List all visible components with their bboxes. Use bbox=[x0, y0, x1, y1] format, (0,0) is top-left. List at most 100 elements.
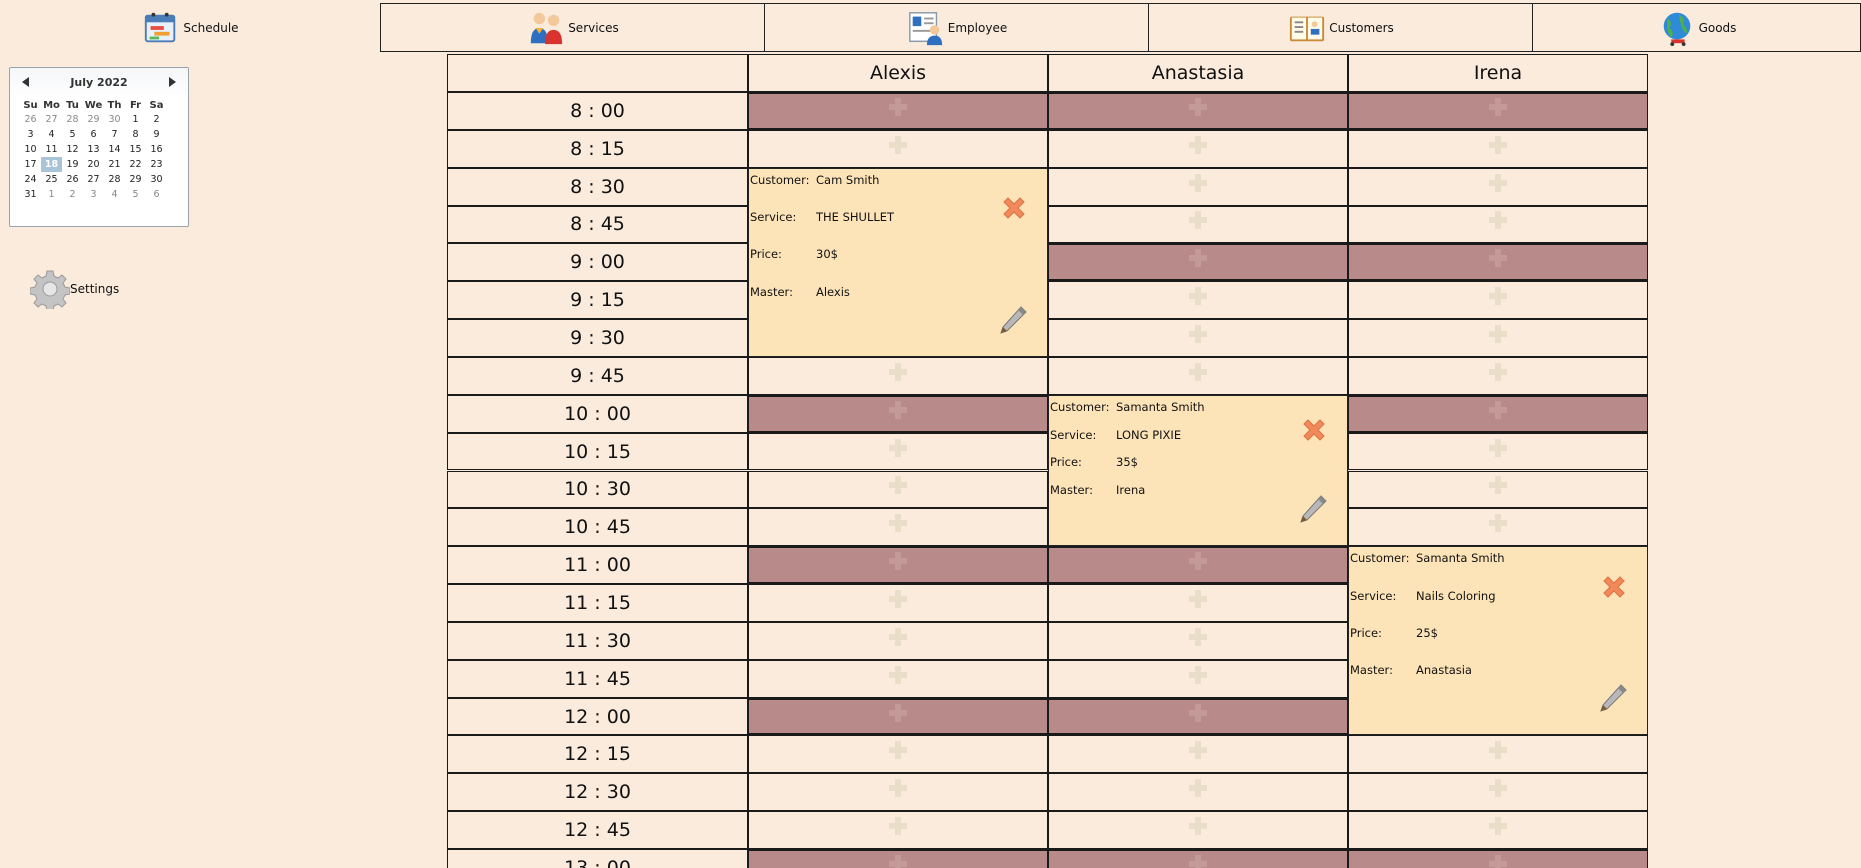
calendar-day[interactable]: 3 bbox=[83, 187, 104, 202]
time-slot[interactable] bbox=[1348, 811, 1648, 849]
calendar-day[interactable]: 29 bbox=[125, 172, 146, 187]
calendar-day[interactable]: 11 bbox=[41, 142, 62, 157]
time-slot[interactable] bbox=[748, 356, 1048, 395]
add-appointment-icon[interactable] bbox=[889, 817, 907, 836]
edit-pencil-icon[interactable] bbox=[995, 304, 1029, 338]
add-appointment-icon[interactable] bbox=[1489, 476, 1507, 495]
calendar-day[interactable]: 15 bbox=[125, 142, 146, 157]
add-appointment-icon[interactable] bbox=[1189, 589, 1207, 608]
add-appointment-icon[interactable] bbox=[1189, 97, 1207, 116]
calendar-day[interactable]: 16 bbox=[146, 142, 167, 157]
calendar-month-title[interactable]: July 2022 bbox=[70, 76, 127, 89]
time-slot[interactable] bbox=[748, 470, 1048, 509]
calendar-day[interactable]: 8 bbox=[125, 127, 146, 142]
add-appointment-icon[interactable] bbox=[1189, 779, 1207, 798]
busy-time-slot[interactable] bbox=[1048, 92, 1348, 130]
add-appointment-icon[interactable] bbox=[1189, 817, 1207, 836]
calendar-day[interactable]: 26 bbox=[20, 112, 41, 127]
busy-time-slot[interactable] bbox=[1048, 849, 1348, 868]
calendar-day[interactable]: 10 bbox=[20, 142, 41, 157]
add-appointment-icon[interactable] bbox=[1489, 817, 1507, 836]
time-slot[interactable] bbox=[748, 773, 1048, 812]
settings-button[interactable]: Settings bbox=[30, 269, 119, 309]
add-appointment-icon[interactable] bbox=[889, 476, 907, 495]
time-slot[interactable] bbox=[1048, 735, 1348, 774]
add-appointment-icon[interactable] bbox=[889, 854, 907, 868]
busy-time-slot[interactable] bbox=[1348, 849, 1648, 868]
add-appointment-icon[interactable] bbox=[1489, 325, 1507, 344]
time-slot[interactable] bbox=[1048, 129, 1348, 168]
add-appointment-icon[interactable] bbox=[1189, 173, 1207, 192]
calendar-day[interactable]: 4 bbox=[104, 187, 125, 202]
appointment-card[interactable]: Customer: Samanta Smith Service: LONG PIXIE… bbox=[1048, 394, 1348, 547]
add-appointment-icon[interactable] bbox=[889, 438, 907, 457]
time-slot[interactable] bbox=[748, 129, 1048, 168]
delete-icon[interactable] bbox=[1599, 572, 1629, 602]
calendar-day[interactable]: 4 bbox=[41, 127, 62, 142]
add-appointment-icon[interactable] bbox=[889, 552, 907, 571]
add-appointment-icon[interactable] bbox=[889, 779, 907, 798]
edit-pencil-icon[interactable] bbox=[1295, 493, 1329, 527]
busy-time-slot[interactable] bbox=[748, 546, 1048, 585]
appointment-card[interactable]: Customer: Cam Smith Service: THE SHULLET Pri… bbox=[748, 167, 1048, 357]
time-slot[interactable] bbox=[1048, 281, 1348, 320]
calendar-day[interactable]: 1 bbox=[125, 112, 146, 127]
time-slot[interactable] bbox=[748, 621, 1048, 660]
calendar-day[interactable]: 19 bbox=[62, 157, 83, 172]
calendar-day[interactable]: 31 bbox=[20, 187, 41, 202]
add-appointment-icon[interactable] bbox=[1189, 703, 1207, 722]
add-appointment-icon[interactable] bbox=[889, 514, 907, 533]
calendar-day[interactable]: 1 bbox=[41, 187, 62, 202]
busy-time-slot[interactable] bbox=[748, 697, 1048, 736]
calendar-day[interactable]: 30 bbox=[104, 112, 125, 127]
nav-services[interactable]: Services bbox=[380, 3, 765, 52]
time-slot[interactable] bbox=[1048, 773, 1348, 812]
calendar-day[interactable]: 28 bbox=[104, 172, 125, 187]
add-appointment-icon[interactable] bbox=[1189, 665, 1207, 684]
calendar-day[interactable]: 17 bbox=[20, 157, 41, 172]
previous-month-icon[interactable] bbox=[20, 76, 32, 88]
time-slot[interactable] bbox=[1048, 356, 1348, 395]
add-appointment-icon[interactable] bbox=[1189, 552, 1207, 571]
nav-customers[interactable]: Customers bbox=[1148, 3, 1533, 52]
time-slot[interactable] bbox=[1348, 281, 1648, 320]
add-appointment-icon[interactable] bbox=[1489, 741, 1507, 760]
add-appointment-icon[interactable] bbox=[889, 362, 907, 381]
add-appointment-icon[interactable] bbox=[889, 665, 907, 684]
time-slot[interactable] bbox=[748, 735, 1048, 774]
add-appointment-icon[interactable] bbox=[1189, 287, 1207, 306]
add-appointment-icon[interactable] bbox=[1489, 438, 1507, 457]
calendar-day[interactable]: 22 bbox=[125, 157, 146, 172]
add-appointment-icon[interactable] bbox=[889, 589, 907, 608]
add-appointment-icon[interactable] bbox=[1189, 362, 1207, 381]
time-slot[interactable] bbox=[1348, 319, 1648, 357]
time-slot[interactable] bbox=[1348, 470, 1648, 509]
calendar-day[interactable]: 24 bbox=[20, 172, 41, 187]
nav-goods[interactable]: Goods bbox=[1532, 3, 1861, 52]
calendar-day[interactable]: 2 bbox=[62, 187, 83, 202]
add-appointment-icon[interactable] bbox=[889, 703, 907, 722]
calendar-day[interactable]: 12 bbox=[62, 142, 83, 157]
add-appointment-icon[interactable] bbox=[1489, 173, 1507, 192]
busy-time-slot[interactable] bbox=[1048, 697, 1348, 736]
time-slot[interactable] bbox=[1048, 205, 1348, 244]
add-appointment-icon[interactable] bbox=[889, 741, 907, 760]
add-appointment-icon[interactable] bbox=[1189, 854, 1207, 868]
calendar-day[interactable]: 20 bbox=[83, 157, 104, 172]
calendar-day[interactable]: 5 bbox=[125, 187, 146, 202]
calendar-day[interactable]: 5 bbox=[62, 127, 83, 142]
calendar-day[interactable]: 25 bbox=[41, 172, 62, 187]
delete-icon[interactable] bbox=[999, 193, 1029, 223]
time-slot[interactable] bbox=[1048, 811, 1348, 849]
add-appointment-icon[interactable] bbox=[1489, 854, 1507, 868]
time-slot[interactable] bbox=[1048, 621, 1348, 660]
time-slot[interactable] bbox=[1348, 508, 1648, 547]
add-appointment-icon[interactable] bbox=[889, 135, 907, 154]
add-appointment-icon[interactable] bbox=[1489, 249, 1507, 268]
calendar-day[interactable]: 27 bbox=[83, 172, 104, 187]
calendar-day[interactable]: 6 bbox=[146, 187, 167, 202]
time-slot[interactable] bbox=[748, 659, 1048, 698]
add-appointment-icon[interactable] bbox=[1189, 741, 1207, 760]
add-appointment-icon[interactable] bbox=[1489, 287, 1507, 306]
calendar-day[interactable]: 27 bbox=[41, 112, 62, 127]
